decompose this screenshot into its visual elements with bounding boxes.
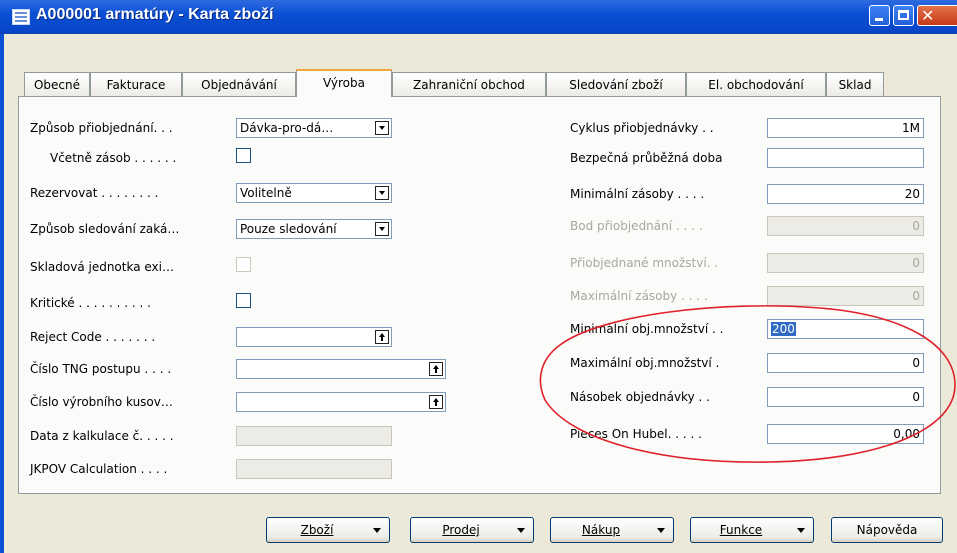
min-order-qty-label: Minimální obj.množství . . [570,322,724,336]
item-menu-button[interactable]: Zboží [266,517,390,543]
reorder-point-field: 0 [767,216,924,236]
reorder-point-label: Bod přiobjednání . . . . [570,219,703,233]
dropdown-arrow-icon [373,528,381,533]
safety-lead-time-label: Bezpečná průběžná doba [570,151,723,165]
order-tracking-select[interactable]: Pouze sledování [236,219,392,239]
reorder-policy-label: Způsob přiobjednání. . . [30,121,173,135]
maximize-button[interactable] [893,5,914,26]
sales-menu-label: Prodej [442,523,480,537]
reorder-policy-value: Dávka-pro-dá… [240,121,334,135]
tab-vyroba[interactable]: Výroba [296,69,392,97]
dropdown-arrow-icon[interactable] [375,186,389,200]
lookup-arrow-icon[interactable] [429,362,443,376]
routing-no-input[interactable] [236,359,446,379]
min-stock-input[interactable]: 20 [767,184,924,204]
max-order-qty-label: Maximální obj.množství . [570,356,720,370]
max-stock-field: 0 [767,286,924,306]
jkpov-calculation-field [236,459,392,479]
dropdown-arrow-icon[interactable] [375,121,389,135]
lookup-arrow-icon[interactable] [375,330,389,344]
dropdown-arrow-icon[interactable] [375,222,389,236]
reorder-cycle-label: Cyklus přiobjednávky . . [570,121,714,135]
sku-exists-checkbox [236,257,251,272]
pieces-on-hubel-input[interactable]: 0,00 [767,424,924,444]
sales-menu-button[interactable]: Prodej [410,517,534,543]
reorder-qty-label: Přiobjednané množství. . [570,256,719,270]
calc-data-field [236,426,392,446]
routing-no-label: Číslo TNG postupu . . . . [30,362,172,376]
functions-menu-button[interactable]: Funkce [690,517,814,543]
sku-exists-label: Skladová jednotka exi… [30,260,174,274]
reserve-value: Volitelně [240,186,292,200]
order-tracking-label: Způsob sledování zaká… [30,222,180,236]
reorder-qty-field: 0 [767,253,924,273]
reorder-cycle-input[interactable]: 1M [767,118,924,138]
reserve-label: Rezervovat . . . . . . . . [30,186,159,200]
reject-code-label: Reject Code . . . . . . . [30,330,156,344]
include-inventory-checkbox[interactable] [236,148,251,163]
critical-label: Kritické . . . . . . . . . . [30,296,151,310]
card-icon [12,9,30,25]
order-tracking-value: Pouze sledování [240,222,337,236]
reorder-policy-select[interactable]: Dávka-pro-dá… [236,118,392,138]
dropdown-arrow-icon [517,528,525,533]
reject-code-input[interactable] [236,327,392,347]
help-button[interactable]: Nápověda [831,517,943,543]
tab-sklad[interactable]: Sklad [826,72,884,96]
tab-sledovani-zbozi[interactable]: Sledování zboží [546,72,686,96]
max-stock-label: Maximální zásoby . . . . [570,289,708,303]
window-title: A000001 armatúry - Karta zboží [36,6,274,23]
help-label: Nápověda [856,523,918,537]
reserve-select[interactable]: Volitelně [236,183,392,203]
tab-objednavani[interactable]: Objednávání [182,72,296,96]
dropdown-arrow-icon [797,528,805,533]
tab-zahranicni-obchod[interactable]: Zahraniční obchod [392,72,546,96]
item-menu-label: Zboží [300,523,334,537]
order-multiple-label: Násobek objednávky . . [570,390,710,404]
functions-menu-label: Funkce [719,523,763,537]
min-order-qty-input[interactable]: 200 [767,319,924,339]
dropdown-arrow-icon [657,528,665,533]
tab-el-obchodovani[interactable]: El. obchodování [686,72,826,96]
bom-no-label: Číslo výrobního kusov… [30,395,173,409]
bom-no-input[interactable] [236,392,446,412]
critical-checkbox[interactable] [236,293,251,308]
min-order-qty-value: 200 [771,322,796,336]
purchase-menu-button[interactable]: Nákup [550,517,674,543]
title-bar: A000001 armatúry - Karta zboží [0,0,957,34]
safety-lead-time-input[interactable] [767,148,924,168]
order-multiple-input[interactable]: 0 [767,387,924,407]
lookup-arrow-icon[interactable] [429,395,443,409]
tab-obecne[interactable]: Obecné [24,72,90,96]
tab-fakturace[interactable]: Fakturace [90,72,182,96]
purchase-menu-label: Nákup [581,523,621,537]
jkpov-calculation-label: JKPOV Calculation . . . . [30,462,168,476]
max-order-qty-input[interactable]: 0 [767,353,924,373]
minimize-button[interactable] [869,5,890,26]
close-button[interactable] [917,5,957,26]
include-inventory-label: Včetně zásob . . . . . . [50,151,177,165]
min-stock-label: Minimální zásoby . . . . [570,187,705,201]
pieces-on-hubel-label: Pieces On Hubel. . . . . [570,427,702,441]
calc-data-label: Data z kalkulace č. . . . . [30,429,174,443]
